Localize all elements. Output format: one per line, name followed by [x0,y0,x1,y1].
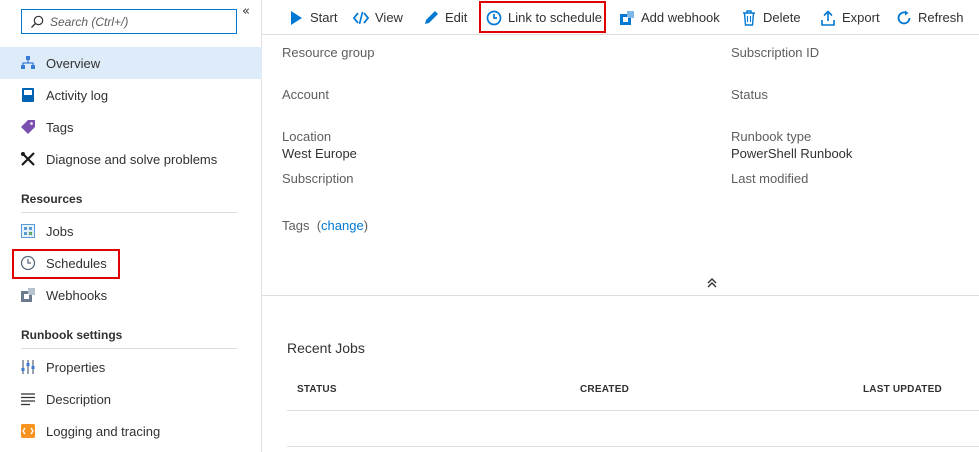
tag-icon [20,119,36,135]
essentials-divider [262,295,979,296]
column-header-last-updated[interactable]: LAST UPDATED [863,384,942,395]
subscription-id-label: Subscription ID [731,45,820,60]
location-value: West Europe [282,146,357,161]
play-icon [288,10,304,26]
sidebar: « Overview Activity log T [0,0,262,452]
code-icon [353,10,369,26]
sidebar-item-logging[interactable]: Logging and tracing [0,415,262,447]
trash-icon [741,9,757,26]
subscription-label: Subscription [282,171,354,186]
schedules-highlight [12,249,120,279]
search-box[interactable] [21,9,237,34]
webhook-icon [20,287,36,303]
section-heading-runbook-settings: Runbook settings [21,328,123,342]
collapse-sidebar-button[interactable]: « [242,4,250,19]
sidebar-item-label: Webhooks [46,287,108,303]
description-icon [20,391,36,407]
export-icon [820,9,836,26]
search-input[interactable] [50,13,230,31]
sidebar-item-label: Activity log [46,87,109,103]
section-divider [21,348,237,349]
jobs-icon [20,223,36,239]
edit-button[interactable]: Edit [423,0,467,35]
table-row-divider [287,446,979,447]
logging-icon [20,423,36,439]
tags-row: Tags (change) [282,218,369,233]
delete-label: Delete [763,10,801,25]
refresh-label: Refresh [918,10,964,25]
section-divider [21,212,237,213]
webhook-icon [619,10,635,26]
sidebar-item-label: Description [46,391,112,407]
sidebar-item-jobs[interactable]: Jobs [0,215,262,247]
runbook-type-value: PowerShell Runbook [731,146,853,161]
sidebar-item-label: Diagnose and solve problems [46,151,218,167]
wrench-icon [20,151,36,167]
overview-icon [20,55,36,71]
view-label: View [375,10,403,25]
collapse-essentials-icon[interactable] [704,277,720,289]
add-webhook-label: Add webhook [641,10,720,25]
sidebar-item-tags[interactable]: Tags [0,111,262,143]
recent-jobs-title: Recent Jobs [287,340,365,356]
start-label: Start [310,10,338,25]
sidebar-item-overview[interactable]: Overview [0,47,262,79]
sidebar-item-label: Properties [46,359,106,375]
start-button[interactable]: Start [288,0,337,35]
refresh-button[interactable]: Refresh [896,0,964,35]
sidebar-item-label: Logging and tracing [46,423,161,439]
section-heading-resources: Resources [21,192,83,206]
sidebar-item-activity-log[interactable]: Activity log [0,79,262,111]
sidebar-item-diagnose[interactable]: Diagnose and solve problems [0,143,262,175]
runbook-type-label: Runbook type [731,129,812,144]
properties-icon [20,359,36,375]
status-label: Status [731,87,768,102]
location-label: Location [282,129,332,144]
tags-label: Tags [282,218,310,233]
sidebar-item-description[interactable]: Description [0,383,262,415]
command-bar: Start View Edit Link to schedule Add web… [262,0,979,35]
column-header-created[interactable]: CREATED [580,384,629,395]
export-button[interactable]: Export [820,0,880,35]
search-icon [31,15,44,28]
sidebar-item-label: Tags [46,119,74,135]
sidebar-item-properties[interactable]: Properties [0,351,262,383]
link-to-schedule-highlight [479,1,606,33]
export-label: Export [842,10,880,25]
view-button[interactable]: View [353,0,403,35]
delete-button[interactable]: Delete [741,0,801,35]
sidebar-item-label: Jobs [46,223,74,239]
table-header-divider [287,410,979,411]
last-modified-label: Last modified [731,171,809,186]
sidebar-item-label: Overview [46,55,101,71]
edit-label: Edit [445,10,468,25]
column-header-status[interactable]: STATUS [297,384,337,395]
add-webhook-button[interactable]: Add webhook [619,0,720,35]
refresh-icon [896,10,912,26]
account-label: Account [282,87,329,102]
tags-change-link[interactable]: change [321,218,364,233]
activity-log-icon [20,87,36,103]
resource-group-label: Resource group [282,45,375,60]
sidebar-item-webhooks[interactable]: Webhooks [0,279,262,311]
pencil-icon [423,10,439,26]
